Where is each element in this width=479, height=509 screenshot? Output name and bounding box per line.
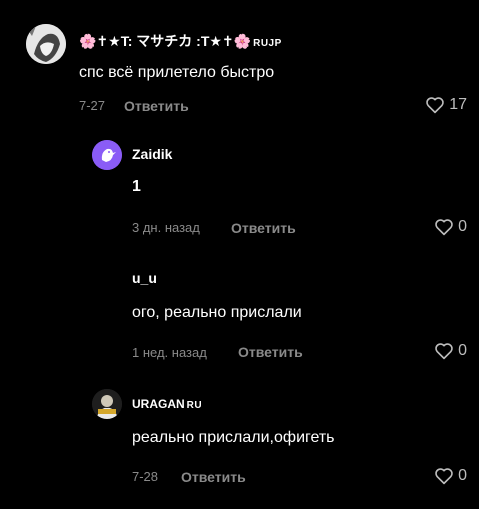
like-count: 0 xyxy=(458,218,467,235)
user-avatar[interactable] xyxy=(92,140,122,170)
comment-text: 1 xyxy=(132,178,141,195)
comment-username[interactable]: Zaidik xyxy=(132,146,172,162)
like-count: 17 xyxy=(449,96,467,113)
comment-date: 3 дн. назад xyxy=(132,220,200,235)
heart-icon xyxy=(434,467,454,485)
reply-button[interactable]: Ответить xyxy=(238,344,303,360)
region-badge: RU xyxy=(186,400,203,411)
comment-date: 7-28 xyxy=(132,469,159,484)
like-button[interactable]: 0 xyxy=(434,218,467,236)
reply-button[interactable]: Ответить xyxy=(231,220,296,236)
like-button[interactable]: 0 xyxy=(434,342,467,360)
like-button[interactable]: 17 xyxy=(425,96,467,114)
bird-icon xyxy=(92,140,122,170)
comment-text: реально прислали,офигеть xyxy=(132,429,335,446)
reply-button[interactable]: Ответить xyxy=(124,98,189,114)
like-count: 0 xyxy=(458,467,467,484)
comment-text: спс всё прилетело быстро xyxy=(79,64,275,81)
comment-text: ого, реально прислали xyxy=(132,304,302,321)
reply-button[interactable]: Ответить xyxy=(181,469,246,485)
like-button[interactable]: 0 xyxy=(434,467,467,485)
heart-icon xyxy=(434,218,454,236)
comment-date: 1 нед. назад xyxy=(132,345,207,360)
comment-date: 7-27 xyxy=(79,98,106,113)
user-avatar[interactable] xyxy=(26,24,66,64)
user-avatar[interactable] xyxy=(92,389,122,419)
heart-icon xyxy=(434,342,454,360)
comment-username[interactable]: URAGAN RU xyxy=(132,397,202,411)
region-badge: RUJP xyxy=(253,38,282,49)
like-count: 0 xyxy=(458,342,467,359)
comment-username[interactable]: u_u xyxy=(132,270,157,286)
heart-icon xyxy=(425,96,445,114)
comment-username[interactable]: 🌸✝★T: マサチカ :T★✝🌸 RUJP xyxy=(79,31,282,51)
